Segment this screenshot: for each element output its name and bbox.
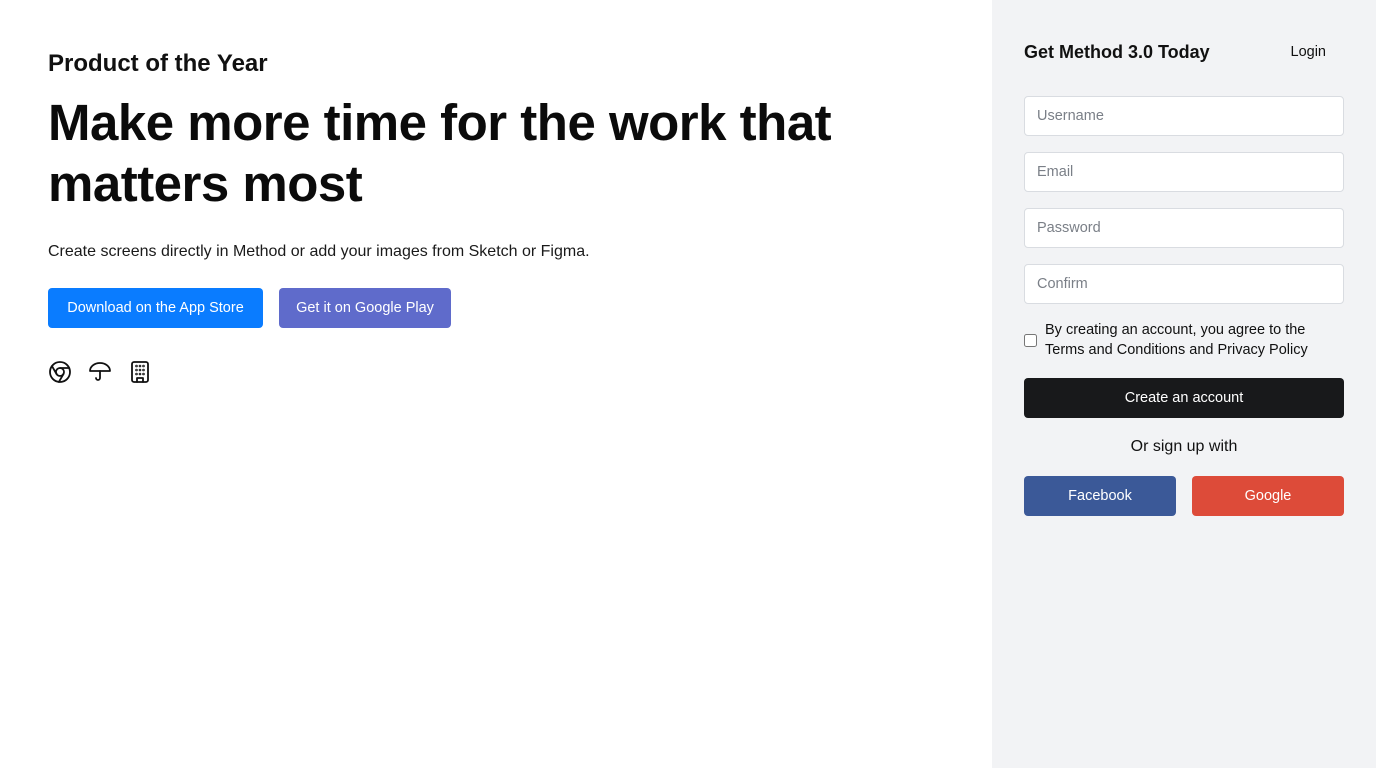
email-field[interactable] (1024, 152, 1344, 192)
terms-agreement: By creating an account, you agree to the… (1024, 320, 1344, 360)
terms-checkbox[interactable] (1024, 333, 1037, 347)
chrome-icon[interactable] (48, 360, 72, 384)
hero-buttons: Download on the App Store Get it on Goog… (48, 288, 992, 328)
google-play-button[interactable]: Get it on Google Play (279, 288, 451, 328)
umbrella-icon[interactable] (88, 360, 112, 384)
google-button[interactable]: Google (1192, 476, 1344, 516)
hero-eyebrow: Product of the Year (48, 50, 268, 77)
hero-headline: Make more time for the work that matters… (48, 94, 832, 212)
page: Product of the Year Make more time for t… (0, 0, 1376, 768)
confirm-field[interactable] (1024, 264, 1344, 304)
app-store-button[interactable]: Download on the App Store (48, 288, 263, 328)
login-link[interactable]: Login (1273, 32, 1344, 72)
signup-panel: Get Method 3.0 Today Login By creating a… (992, 0, 1376, 768)
icon-row (48, 360, 992, 384)
or-sign-up-label: Or sign up with (1130, 438, 1238, 455)
social-buttons: Facebook Google (1024, 476, 1344, 516)
building-icon[interactable] (128, 360, 152, 384)
panel-title: Get Method 3.0 Today (1024, 41, 1210, 62)
hero-section: Product of the Year Make more time for t… (0, 0, 992, 768)
create-account-button[interactable]: Create an account (1024, 378, 1344, 418)
facebook-button[interactable]: Facebook (1024, 476, 1176, 516)
hero-subtext: Create screens directly in Method or add… (48, 243, 590, 260)
username-field[interactable] (1024, 96, 1344, 136)
terms-text: By creating an account, you agree to the… (1045, 322, 1308, 358)
signup-form: By creating an account, you agree to the… (1024, 96, 1344, 418)
panel-header: Get Method 3.0 Today Login (1024, 32, 1344, 72)
password-field[interactable] (1024, 208, 1344, 248)
